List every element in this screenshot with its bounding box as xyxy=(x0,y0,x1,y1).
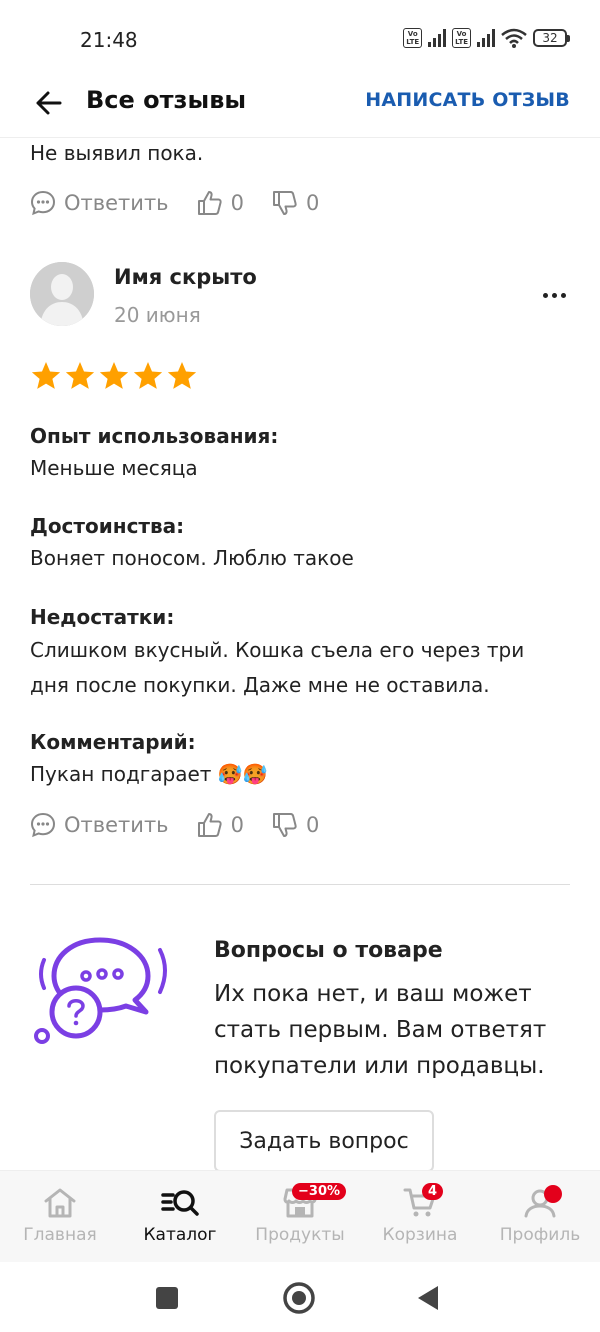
nav-item-home[interactable]: Главная xyxy=(0,1171,120,1262)
dislike-button[interactable]: 0 xyxy=(272,812,319,838)
prev-review-actions: Ответить 0 0 xyxy=(30,186,319,220)
system-nav-bar xyxy=(0,1262,600,1332)
reply-label: Ответить xyxy=(64,191,169,215)
back-triangle-icon[interactable] xyxy=(416,1284,440,1312)
status-time: 21:48 xyxy=(80,28,138,52)
usage-label: Опыт использования: xyxy=(30,424,279,448)
signal-icon xyxy=(477,29,495,47)
thumbs-up-icon xyxy=(197,813,222,837)
comment-label: Комментарий: xyxy=(30,730,196,754)
catalog-search-icon xyxy=(161,1190,199,1216)
home-icon xyxy=(44,1188,76,1218)
rating-stars xyxy=(30,360,198,392)
thumbs-down-icon xyxy=(272,191,297,215)
like-button[interactable]: 0 xyxy=(197,190,244,216)
volte-icon: Vo LTE xyxy=(403,28,423,48)
page-title: Все отзывы xyxy=(86,86,247,114)
avatar xyxy=(30,262,94,326)
nav-label: Продукты xyxy=(255,1225,345,1245)
reply-button[interactable]: Ответить xyxy=(30,190,169,216)
section-divider xyxy=(30,884,570,885)
battery-icon: 32 xyxy=(533,29,570,47)
review-actions: Ответить 0 0 xyxy=(30,808,319,842)
questions-text: Их пока нет, и ваш может стать первым. В… xyxy=(214,976,574,1084)
star-icon xyxy=(133,362,163,389)
nav-label: Каталог xyxy=(143,1225,217,1245)
app-header: Все отзывы НАПИСАТЬ ОТЗЫВ xyxy=(0,80,600,138)
questions-text-line: стать первым. Вам ответят xyxy=(214,1017,547,1043)
star-icon xyxy=(31,362,61,389)
pros-text: Воняет поносом. Люблю такое xyxy=(30,546,354,570)
nav-label: Корзина xyxy=(382,1225,458,1245)
like-count: 0 xyxy=(230,813,244,837)
nav-item-products[interactable]: −30% Продукты xyxy=(240,1171,360,1262)
signal-icon xyxy=(428,29,447,47)
comment-icon xyxy=(30,190,56,216)
cons-label: Недостатки: xyxy=(30,605,175,629)
notification-dot xyxy=(544,1185,562,1203)
write-review-button[interactable]: НАПИСАТЬ ОТЗЫВ xyxy=(365,89,570,111)
cons-text-line: Слишком вкусный. Кошка съела его через т… xyxy=(30,638,525,662)
review-date: 20 июня xyxy=(114,303,201,327)
dislike-count: 0 xyxy=(305,191,320,215)
recents-icon[interactable] xyxy=(155,1286,179,1310)
nav-item-catalog[interactable]: Каталог xyxy=(120,1171,240,1262)
comment-icon xyxy=(30,812,56,838)
more-options-icon[interactable] xyxy=(538,284,570,306)
star-icon xyxy=(167,362,197,389)
questions-text-line: покупатели или продавцы. xyxy=(214,1053,545,1079)
arrow-left-icon[interactable] xyxy=(30,84,68,122)
home-circle-icon[interactable] xyxy=(282,1281,316,1315)
battery-level: 32 xyxy=(533,29,567,47)
star-icon xyxy=(99,362,129,389)
like-button[interactable]: 0 xyxy=(197,812,244,838)
questions-text-line: Их пока нет, и ваш может xyxy=(214,981,532,1007)
pros-label: Достоинства: xyxy=(30,514,185,538)
comment-text: Пукан подгарает 🥵🥵 xyxy=(30,762,268,786)
usage-text: Меньше месяца xyxy=(30,456,198,480)
cart-count-badge: 4 xyxy=(422,1183,444,1200)
cons-text-line: дня после покупки. Даже мне не оставила. xyxy=(30,673,490,697)
status-icons: Vo LTE Vo LTE 32 xyxy=(403,28,570,48)
dislike-button[interactable]: 0 xyxy=(272,190,319,216)
prev-review-text: Не выявил пока. xyxy=(30,141,204,165)
thumbs-down-icon xyxy=(272,813,297,837)
nav-label: Главная xyxy=(23,1225,97,1245)
discount-badge: −30% xyxy=(292,1183,347,1200)
wifi-icon xyxy=(501,28,527,48)
thumbs-up-icon xyxy=(197,191,222,215)
reply-label: Ответить xyxy=(64,813,169,837)
questions-title: Вопросы о товаре xyxy=(214,938,443,963)
like-count: 0 xyxy=(230,191,244,215)
status-bar: 21:48 Vo LTE Vo LTE 32 xyxy=(0,0,600,80)
review-author: Имя скрыто xyxy=(114,265,257,289)
star-icon xyxy=(65,362,95,389)
bottom-nav: Главная Каталог −30% Продукты 4 Корзина … xyxy=(0,1170,600,1262)
ask-question-button[interactable]: Задать вопрос xyxy=(214,1110,434,1172)
nav-item-cart[interactable]: 4 Корзина xyxy=(360,1171,480,1262)
user-silhouette-icon xyxy=(30,262,94,326)
volte-icon: Vo LTE xyxy=(452,28,471,48)
nav-label: Профиль xyxy=(499,1225,581,1245)
nav-item-profile[interactable]: Профиль xyxy=(480,1171,600,1262)
reply-button[interactable]: Ответить xyxy=(30,812,169,838)
dislike-count: 0 xyxy=(305,813,320,837)
questions-chat-icon xyxy=(34,937,167,1044)
